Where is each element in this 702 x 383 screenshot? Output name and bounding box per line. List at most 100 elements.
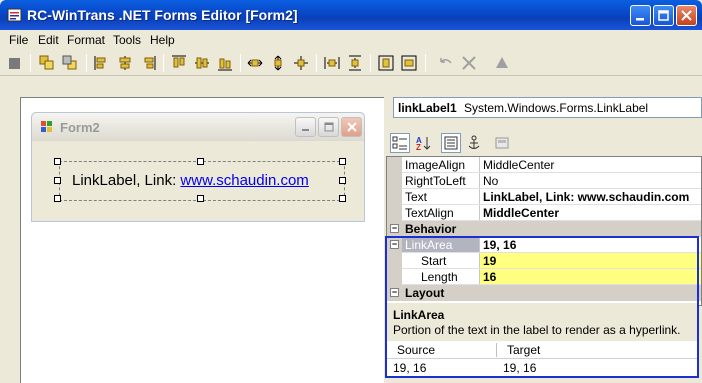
align-bottom-icon[interactable] — [216, 54, 234, 72]
collapse-icon[interactable]: − — [390, 240, 399, 249]
property-pages-icon — [495, 137, 509, 149]
categorized-button[interactable] — [390, 133, 410, 153]
align-top-icon[interactable] — [170, 54, 188, 72]
resize-handle[interactable] — [54, 177, 61, 184]
property-grid: ImageAlign MiddleCenter RightToLeft No T… — [386, 156, 702, 306]
menu-bar: File Edit Format Tools Help — [0, 30, 702, 50]
property-value[interactable]: 19 — [483, 254, 496, 268]
send-to-back-icon[interactable] — [61, 54, 79, 72]
form2-title: Form2 — [60, 120, 100, 135]
resize-handle[interactable] — [339, 195, 346, 202]
property-value[interactable]: 16 — [483, 270, 496, 284]
center-vertically-icon[interactable] — [377, 54, 395, 72]
source-header[interactable]: Source — [397, 343, 435, 357]
resize-handle[interactable] — [54, 195, 61, 202]
align-right-icon[interactable] — [139, 54, 157, 72]
minimize-icon — [301, 129, 309, 131]
property-pages-button[interactable] — [492, 133, 512, 153]
resize-handle[interactable] — [339, 177, 346, 184]
resize-handle[interactable] — [339, 158, 346, 165]
property-value[interactable]: MiddleCenter — [483, 158, 554, 172]
collapse-icon[interactable]: − — [390, 224, 399, 233]
property-name: Start — [421, 254, 447, 268]
properties-icon — [444, 136, 458, 150]
category-label: Behavior — [405, 222, 457, 236]
align-center-icon[interactable] — [116, 54, 134, 72]
description-text: Portion of the text in the label to rend… — [393, 323, 681, 337]
sort-alpha-icon: AZ — [416, 136, 431, 151]
align-middle-icon[interactable] — [193, 54, 211, 72]
horizontal-spacing-icon[interactable] — [323, 54, 341, 72]
property-value[interactable]: No — [483, 174, 498, 188]
category-layout[interactable]: − Layout — [387, 285, 701, 301]
category-label: Layout — [405, 286, 445, 300]
property-description: LinkArea Portion of the text in the labe… — [387, 303, 698, 343]
property-row-textalign[interactable]: TextAlign MiddleCenter — [387, 205, 701, 221]
categorized-icon — [392, 136, 407, 150]
property-value[interactable]: 19, 16 — [483, 238, 516, 252]
close-button[interactable] — [676, 5, 697, 26]
same-height-icon[interactable] — [269, 54, 287, 72]
linklabel-prefix: LinkLabel, Link: — [72, 172, 181, 189]
object-name: linkLabel1 — [398, 101, 457, 115]
property-name: Length — [421, 270, 458, 284]
source-target-list: Source Target 19, 16 19, 16 — [387, 341, 698, 376]
property-name: LinkArea — [405, 238, 453, 252]
menu-file[interactable]: File — [9, 33, 28, 47]
property-row-length[interactable]: Length 16 — [387, 269, 701, 285]
form2-title-bar: Form2 — [32, 113, 364, 141]
property-row-righttoleft[interactable]: RightToLeft No — [387, 173, 701, 189]
property-row-linkarea[interactable]: − LinkArea 19, 16 — [387, 237, 701, 253]
vertical-spacing-icon[interactable] — [346, 54, 364, 72]
close-icon — [346, 122, 357, 132]
form2-close-button — [341, 117, 362, 137]
alphabetical-button[interactable]: AZ — [413, 133, 433, 153]
same-width-icon[interactable] — [246, 54, 264, 72]
undo-icon[interactable] — [437, 54, 455, 72]
anchor-button[interactable] — [464, 133, 484, 153]
maximize-icon — [324, 122, 333, 132]
target-header[interactable]: Target — [507, 343, 540, 357]
property-name: ImageAlign — [405, 158, 466, 172]
form2-minimize-button — [295, 117, 316, 137]
source-value: 19, 16 — [393, 361, 427, 375]
form2-designer[interactable]: Form2 — [31, 112, 365, 222]
linklabel-control[interactable]: LinkLabel, Link: www.schaudin.com — [72, 172, 309, 189]
svg-text:Z: Z — [416, 143, 421, 151]
property-row-start[interactable]: Start 19 — [387, 253, 701, 269]
align-left-icon[interactable] — [93, 54, 111, 72]
center-horizontally-icon[interactable] — [400, 54, 418, 72]
properties-button[interactable] — [441, 133, 461, 153]
maximize-button[interactable] — [653, 5, 674, 26]
collapse-icon[interactable]: − — [390, 288, 399, 297]
menu-format[interactable]: Format — [67, 33, 105, 47]
object-type: System.Windows.Forms.LinkLabel — [464, 101, 649, 115]
up-arrow-icon[interactable] — [493, 54, 511, 72]
toolbar — [0, 50, 702, 76]
object-selector[interactable]: linkLabel1 System.Windows.Forms.LinkLabe… — [393, 97, 702, 118]
property-row-imagealign[interactable]: ImageAlign MiddleCenter — [387, 157, 701, 173]
grid-icon[interactable] — [6, 54, 24, 72]
property-name: TextAlign — [405, 206, 454, 220]
bring-to-front-icon[interactable] — [38, 54, 56, 72]
property-name: RightToLeft — [405, 174, 466, 188]
property-value[interactable]: LinkLabel, Link: www.schaudin.com — [483, 190, 689, 204]
menu-help[interactable]: Help — [150, 33, 175, 47]
app-icon — [7, 8, 22, 22]
minimize-button[interactable] — [630, 5, 651, 26]
same-size-icon[interactable] — [292, 54, 310, 72]
property-value[interactable]: MiddleCenter — [483, 206, 559, 220]
description-title: LinkArea — [393, 308, 445, 322]
form-icon — [41, 121, 52, 132]
resize-handle[interactable] — [54, 158, 61, 165]
menu-tools[interactable]: Tools — [113, 33, 141, 47]
resize-handle[interactable] — [197, 158, 204, 165]
property-row-text[interactable]: Text LinkLabel, Link: www.schaudin.com — [387, 189, 701, 205]
resize-handle[interactable] — [197, 195, 204, 202]
linklabel-link[interactable]: www.schaudin.com — [180, 172, 308, 189]
anchor-icon — [468, 135, 480, 149]
category-behavior[interactable]: − Behavior — [387, 221, 701, 237]
menu-edit[interactable]: Edit — [38, 33, 59, 47]
property-name: Text — [405, 190, 428, 204]
delete-icon[interactable] — [460, 54, 478, 72]
